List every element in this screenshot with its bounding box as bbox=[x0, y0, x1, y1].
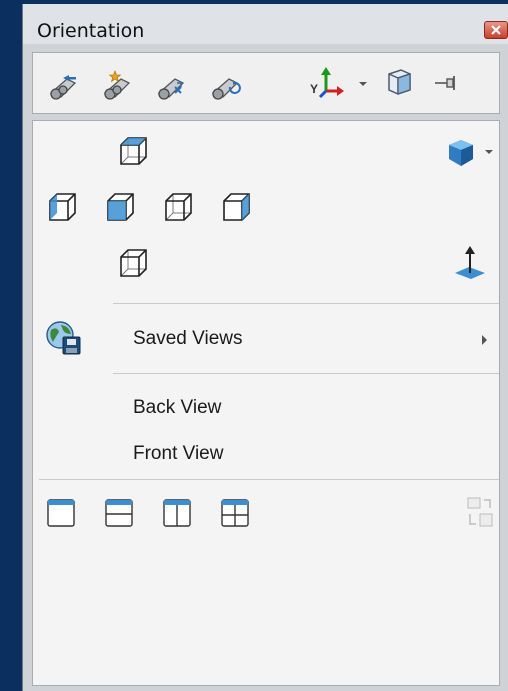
triad-icon[interactable]: Y bbox=[309, 65, 345, 101]
top-view-icon[interactable] bbox=[118, 135, 150, 167]
view-selector-icon[interactable] bbox=[383, 66, 415, 98]
display-style-icon[interactable] bbox=[445, 137, 477, 169]
back-view-item[interactable]: Back View bbox=[133, 397, 221, 419]
separator bbox=[39, 479, 499, 480]
svg-text:Y: Y bbox=[310, 82, 318, 96]
saved-views-icon[interactable] bbox=[45, 320, 83, 356]
triad-dropdown-arrow-icon[interactable] bbox=[359, 82, 367, 86]
bottom-view-icon[interactable] bbox=[118, 247, 150, 279]
normal-to-icon[interactable] bbox=[453, 245, 487, 281]
update-view-icon[interactable] bbox=[155, 69, 191, 101]
four-view-icon[interactable] bbox=[220, 498, 250, 528]
saved-views-label[interactable]: Saved Views bbox=[133, 328, 243, 350]
separator bbox=[113, 373, 499, 374]
window-title: Orientation bbox=[37, 20, 145, 42]
title-bar: Orientation bbox=[23, 4, 508, 44]
pin-icon[interactable] bbox=[433, 73, 459, 93]
link-views-icon[interactable] bbox=[466, 496, 494, 528]
close-icon bbox=[491, 25, 501, 35]
previous-view-icon[interactable] bbox=[47, 69, 83, 101]
back-view-icon[interactable] bbox=[221, 191, 253, 223]
left-view-icon[interactable] bbox=[47, 191, 79, 223]
orientation-window: Orientation Y Saved Views Back View Fron… bbox=[22, 4, 508, 691]
two-view-horizontal-icon[interactable] bbox=[104, 498, 134, 528]
single-view-icon[interactable] bbox=[46, 498, 76, 528]
display-style-dropdown-icon[interactable] bbox=[485, 150, 493, 154]
front-view-item[interactable]: Front View bbox=[133, 443, 223, 465]
orientation-toolbar: Y bbox=[32, 52, 500, 114]
two-view-vertical-icon[interactable] bbox=[162, 498, 192, 528]
reset-view-icon[interactable] bbox=[209, 69, 245, 101]
orientation-panel: Saved Views Back View Front View bbox=[32, 120, 500, 686]
front-view-icon[interactable] bbox=[105, 191, 137, 223]
close-button[interactable] bbox=[484, 21, 508, 39]
submenu-arrow-icon[interactable] bbox=[482, 335, 487, 345]
new-view-icon[interactable] bbox=[101, 69, 137, 101]
right-view-icon[interactable] bbox=[163, 191, 195, 223]
separator bbox=[113, 303, 499, 304]
